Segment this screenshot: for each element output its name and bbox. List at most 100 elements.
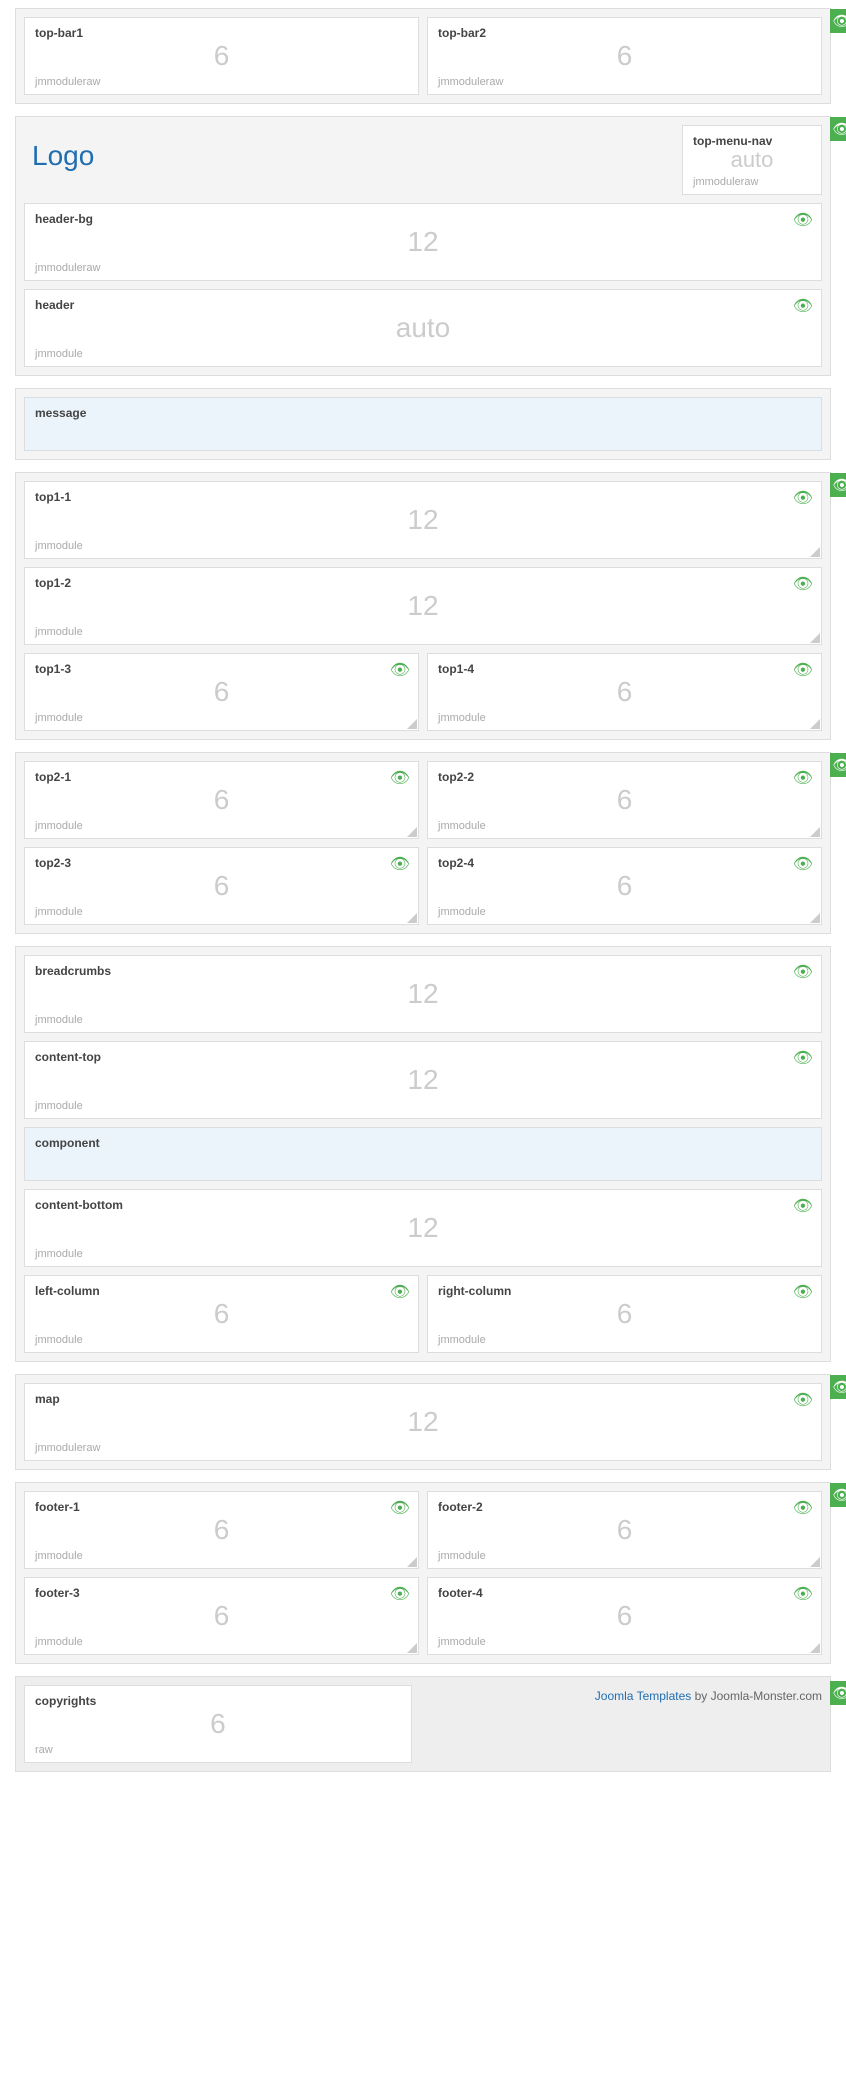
position-type: jmmodule — [35, 906, 83, 918]
position-type: jmmodule — [35, 1014, 83, 1026]
position-size: 12 — [25, 590, 821, 622]
resize-handle[interactable] — [810, 1557, 820, 1567]
position-footer-4[interactable]: 👁 footer-4 6 jmmodule — [427, 1577, 822, 1655]
position-title: top-bar1 — [35, 26, 408, 40]
position-type: jmmodule — [35, 712, 83, 724]
position-component[interactable]: component — [24, 1127, 822, 1181]
visibility-badge[interactable]: 👁 — [830, 753, 846, 777]
credits-link[interactable]: Joomla Templates — [595, 1689, 692, 1703]
section-map: 👁 👁 map 12 jmmoduleraw — [15, 1374, 831, 1470]
position-copyrights[interactable]: copyrights 6 raw — [24, 1685, 412, 1763]
position-top1-3[interactable]: 👁 top1-3 6 jmmodule — [24, 653, 419, 731]
position-type: raw — [35, 1744, 53, 1756]
resize-handle[interactable] — [407, 1643, 417, 1653]
position-type: jmmodule — [35, 1334, 83, 1346]
position-left-column[interactable]: 👁 left-column 6 jmmodule — [24, 1275, 419, 1353]
resize-handle[interactable] — [810, 719, 820, 729]
position-size: 6 — [428, 1298, 821, 1330]
position-size: 6 — [428, 1600, 821, 1632]
position-right-column[interactable]: 👁 right-column 6 jmmodule — [427, 1275, 822, 1353]
resize-handle[interactable] — [407, 1557, 417, 1567]
eye-icon: 👁 — [832, 756, 846, 774]
resize-handle[interactable] — [407, 719, 417, 729]
position-title: footer-1 — [35, 1500, 408, 1514]
position-size: 6 — [428, 1514, 821, 1546]
visibility-badge[interactable]: 👁 — [830, 1681, 846, 1705]
position-top1-1[interactable]: 👁 top1-1 12 jmmodule — [24, 481, 822, 559]
position-title: right-column — [438, 1284, 811, 1298]
eye-icon: 👁 — [832, 1684, 846, 1702]
section-message: message — [15, 388, 831, 460]
position-size: 6 — [25, 1298, 418, 1330]
position-top2-3[interactable]: 👁 top2-3 6 jmmodule — [24, 847, 419, 925]
position-footer-3[interactable]: 👁 footer-3 6 jmmodule — [24, 1577, 419, 1655]
position-footer-2[interactable]: 👁 footer-2 6 jmmodule — [427, 1491, 822, 1569]
position-title: top-menu-nav — [693, 134, 811, 148]
position-title: top2-1 — [35, 770, 408, 784]
position-type: jmmodule — [438, 1550, 486, 1562]
eye-icon: 👁 — [832, 1378, 846, 1396]
position-top2-1[interactable]: 👁 top2-1 6 jmmodule — [24, 761, 419, 839]
visibility-badge[interactable]: 👁 — [830, 9, 846, 33]
position-title: footer-3 — [35, 1586, 408, 1600]
visibility-badge[interactable]: 👁 — [830, 117, 846, 141]
position-title: breadcrumbs — [35, 964, 811, 978]
position-type: jmmodule — [438, 712, 486, 724]
position-content-top[interactable]: 👁 content-top 12 jmmodule — [24, 1041, 822, 1119]
position-size: 6 — [25, 1600, 418, 1632]
position-size: 12 — [25, 1212, 821, 1244]
position-size: 12 — [25, 504, 821, 536]
footer-credits: Joomla Templates by Joomla-Monster.com — [595, 1685, 822, 1703]
section-header: 👁 Logo top-menu-nav auto jmmoduleraw 👁 h… — [15, 116, 831, 376]
position-size: 12 — [25, 1064, 821, 1096]
visibility-badge[interactable]: 👁 — [830, 1375, 846, 1399]
position-type: jmmodule — [438, 820, 486, 832]
visibility-badge[interactable]: 👁 — [830, 473, 846, 497]
position-title: header — [35, 298, 811, 312]
resize-handle[interactable] — [810, 1643, 820, 1653]
position-top-bar2[interactable]: top-bar2 6 jmmoduleraw — [427, 17, 822, 95]
position-top-menu-nav[interactable]: top-menu-nav auto jmmoduleraw — [682, 125, 822, 195]
resize-handle[interactable] — [407, 827, 417, 837]
position-type: jmmoduleraw — [35, 262, 100, 274]
position-title: header-bg — [35, 212, 811, 226]
credits-text: by Joomla-Monster.com — [691, 1689, 822, 1703]
position-top1-4[interactable]: 👁 top1-4 6 jmmodule — [427, 653, 822, 731]
resize-handle[interactable] — [810, 547, 820, 557]
resize-handle[interactable] — [810, 913, 820, 923]
section-content: 👁 breadcrumbs 12 jmmodule 👁 content-top … — [15, 946, 831, 1362]
resize-handle[interactable] — [810, 633, 820, 643]
position-type: jmmodule — [438, 906, 486, 918]
logo[interactable]: Logo — [24, 125, 94, 187]
position-type: jmmodule — [438, 1636, 486, 1648]
position-title: message — [35, 406, 811, 420]
position-header[interactable]: 👁 header auto jmmodule — [24, 289, 822, 367]
position-title: top2-4 — [438, 856, 811, 870]
position-map[interactable]: 👁 map 12 jmmoduleraw — [24, 1383, 822, 1461]
position-size: 12 — [25, 1406, 821, 1438]
resize-handle[interactable] — [810, 827, 820, 837]
position-top1-2[interactable]: 👁 top1-2 12 jmmodule — [24, 567, 822, 645]
position-top2-4[interactable]: 👁 top2-4 6 jmmodule — [427, 847, 822, 925]
position-size: 6 — [25, 870, 418, 902]
eye-icon: 👁 — [832, 120, 846, 138]
position-content-bottom[interactable]: 👁 content-bottom 12 jmmodule — [24, 1189, 822, 1267]
section-copyrights: 👁 copyrights 6 raw Joomla Templates by J… — [15, 1676, 831, 1772]
position-title: footer-2 — [438, 1500, 811, 1514]
position-message[interactable]: message — [24, 397, 822, 451]
section-top2: 👁 👁 top2-1 6 jmmodule 👁 top2-2 6 jmmodul… — [15, 752, 831, 934]
position-top2-2[interactable]: 👁 top2-2 6 jmmodule — [427, 761, 822, 839]
position-size: 6 — [25, 784, 418, 816]
position-type: jmmoduleraw — [693, 176, 758, 188]
position-size: 6 — [428, 40, 821, 72]
position-top-bar1[interactable]: top-bar1 6 jmmoduleraw — [24, 17, 419, 95]
position-title: content-top — [35, 1050, 811, 1064]
position-breadcrumbs[interactable]: 👁 breadcrumbs 12 jmmodule — [24, 955, 822, 1033]
position-title: top1-3 — [35, 662, 408, 676]
position-title: top2-2 — [438, 770, 811, 784]
position-size: 6 — [428, 870, 821, 902]
resize-handle[interactable] — [407, 913, 417, 923]
position-footer-1[interactable]: 👁 footer-1 6 jmmodule — [24, 1491, 419, 1569]
visibility-badge[interactable]: 👁 — [830, 1483, 846, 1507]
position-header-bg[interactable]: 👁 header-bg 12 jmmoduleraw — [24, 203, 822, 281]
